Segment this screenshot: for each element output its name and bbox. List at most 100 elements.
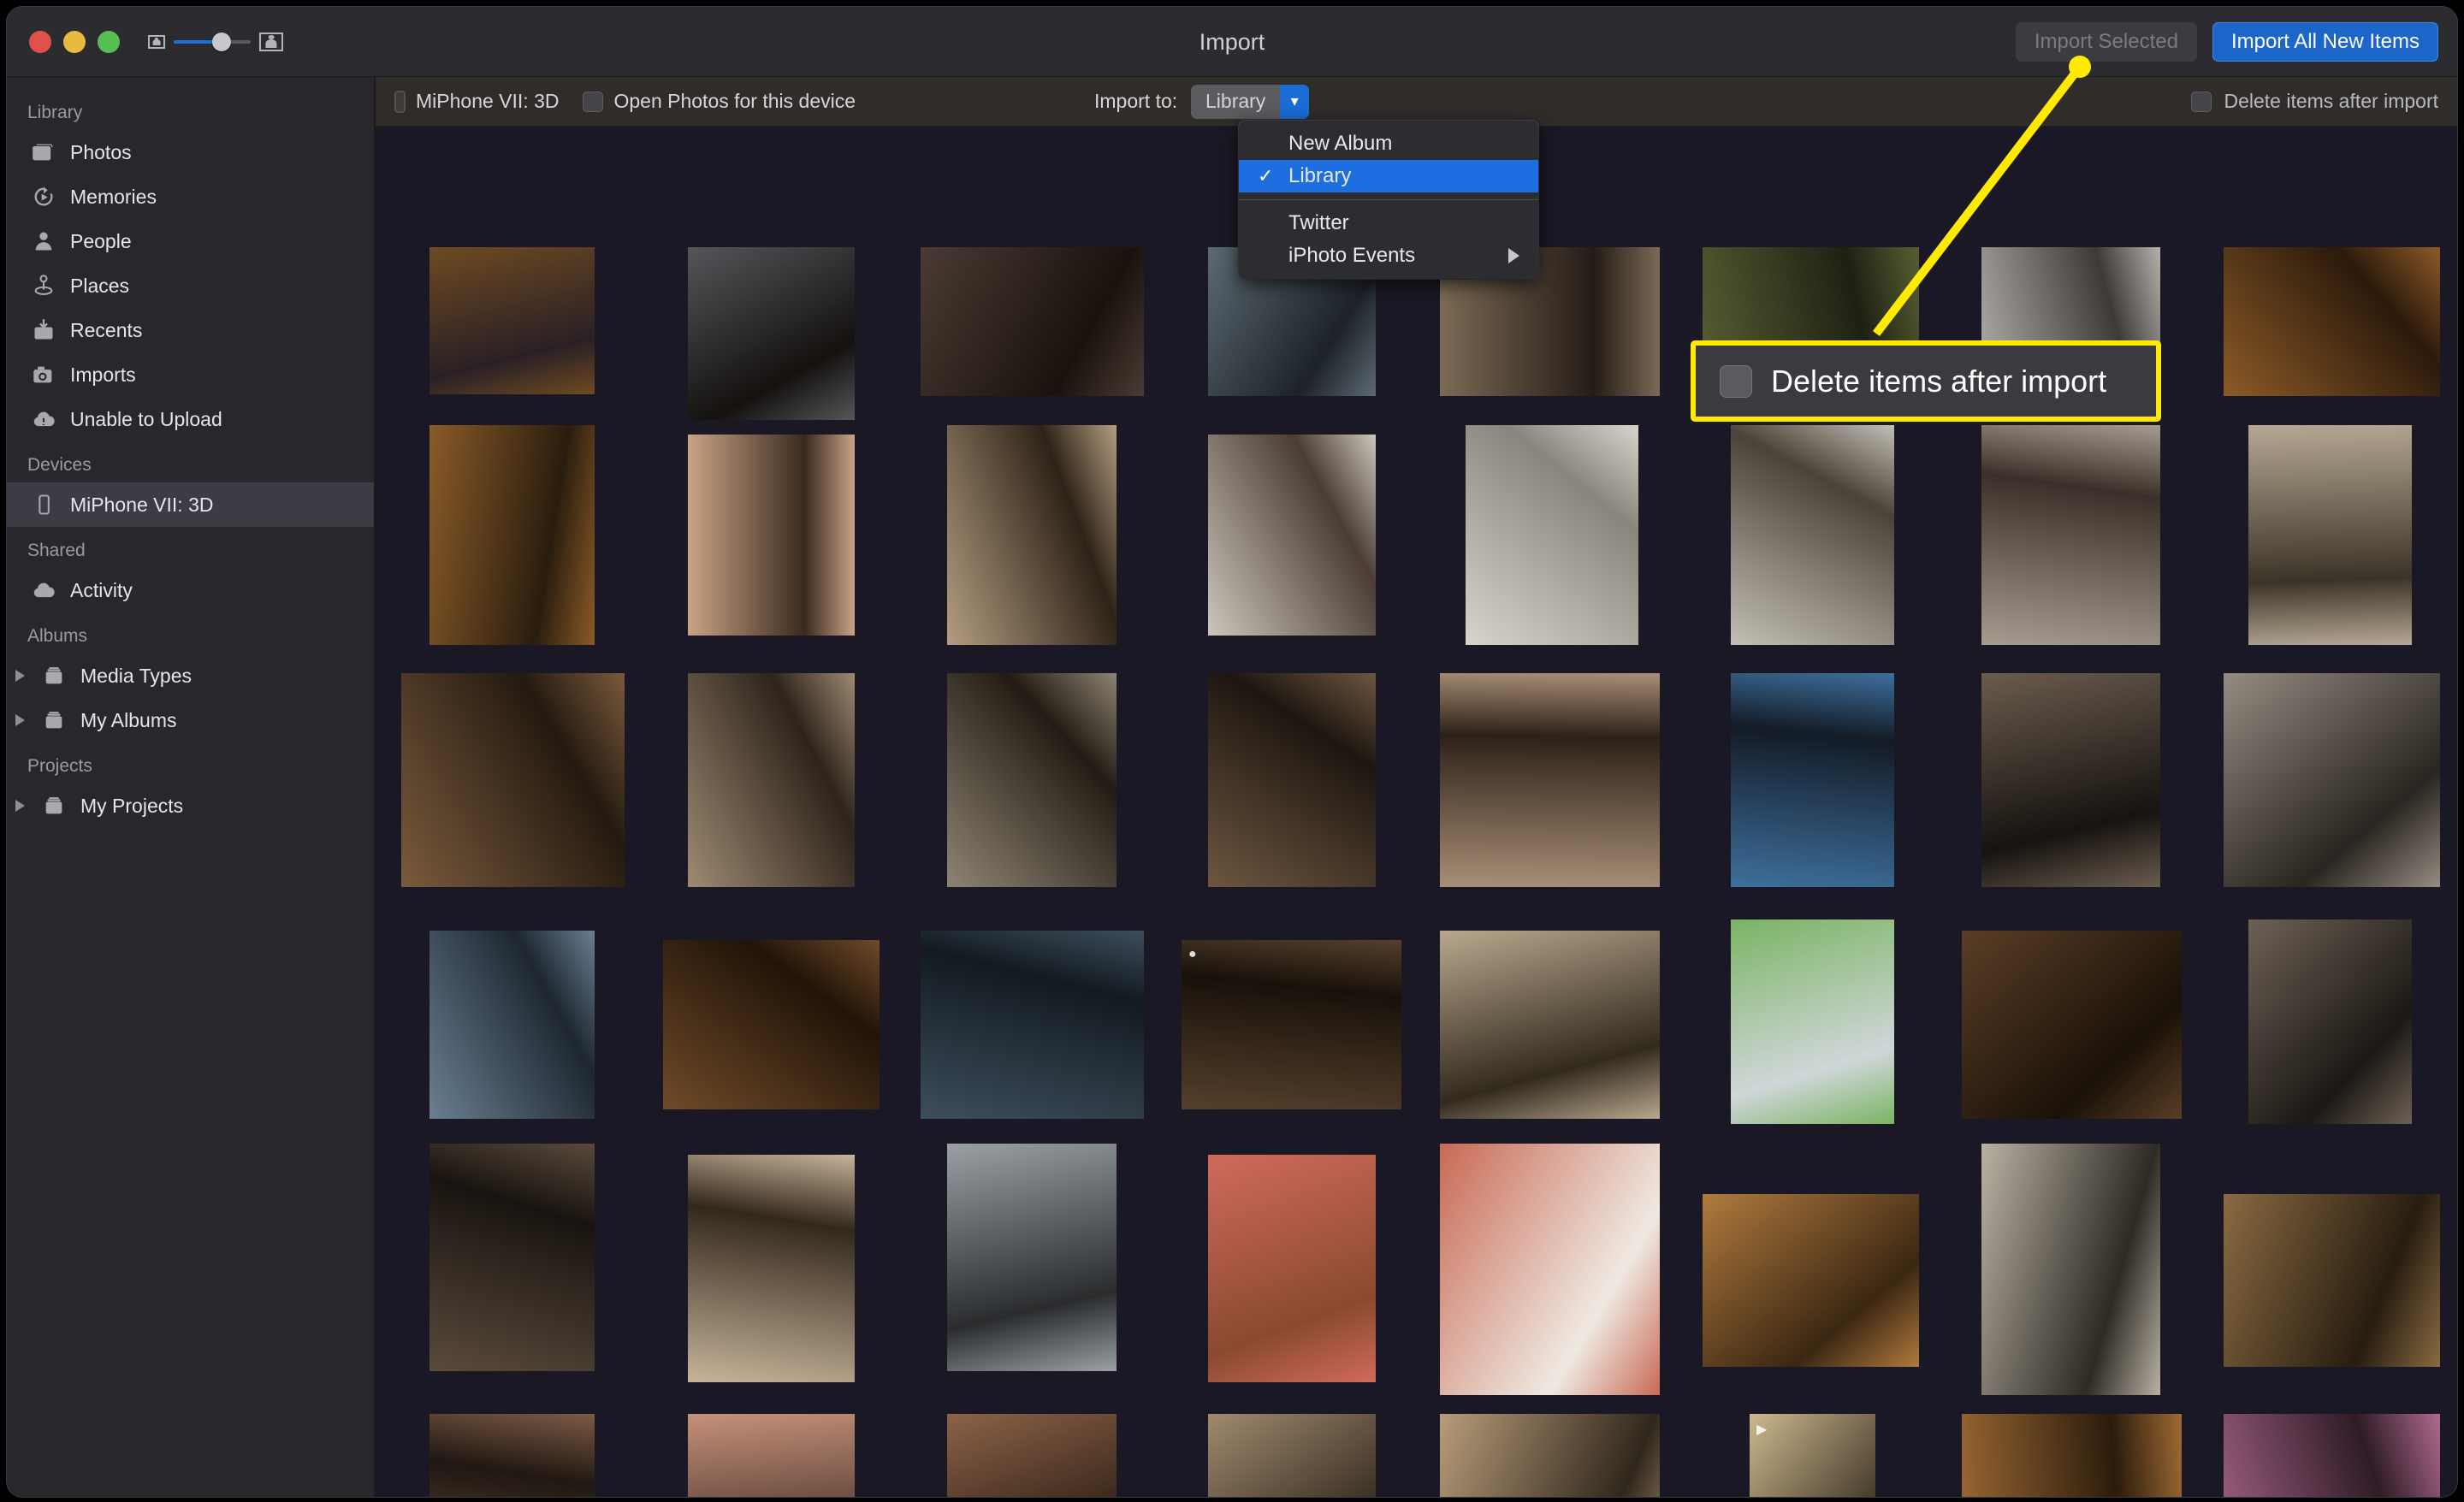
import-to-popup-button[interactable]: Library ▾ [1191,84,1310,119]
sidebar-item-my-albums[interactable]: My Albums [7,698,374,742]
sidebar-item-unable-to-upload[interactable]: Unable to Upload [7,397,374,441]
disclosure-triangle-icon[interactable] [15,714,25,726]
sidebar-item-activity[interactable]: Activity [7,568,374,612]
photo-thumbnail[interactable] [1731,920,1894,1124]
menu-separator [1239,199,1538,200]
folder-stack-icon [41,707,67,733]
disclosure-triangle-icon[interactable] [15,800,25,812]
sidebar-item-places[interactable]: Places [7,263,374,308]
iphone-icon [394,90,406,113]
photo-thumbnail[interactable] [1440,673,1660,887]
photo-thumbnail[interactable] [688,435,855,636]
recents-icon [31,317,56,343]
import-to-control: Import to: Library ▾ [1094,84,1310,119]
photo-thumbnail[interactable] [1440,931,1660,1119]
photo-thumbnail[interactable] [2224,673,2440,887]
sidebar-item-label: Photos [70,140,132,163]
photo-thumbnail[interactable] [1208,1414,1376,1497]
sidebar-item-photos[interactable]: Photos [7,130,374,174]
sidebar-item-memories[interactable]: Memories [7,174,374,219]
device-name-label: MiPhone VII: 3D [416,90,560,112]
submenu-arrow-icon[interactable] [1508,248,1519,263]
sidebar-item-people[interactable]: People [7,219,374,263]
callout-delete-items-after-import: Delete items after import [1691,340,2161,422]
sidebar-item-label: Places [70,274,130,297]
import-to-selected-value: Library [1205,90,1266,112]
photo-thumbnail[interactable] [429,247,595,394]
disclosure-triangle-icon[interactable] [15,670,25,682]
photo-thumbnail[interactable] [688,1414,855,1497]
photo-thumbnail[interactable] [429,931,595,1119]
sidebar-item-label: My Projects [80,794,184,817]
import-photo-grid[interactable]: ● ▶ [376,127,2457,1497]
checkbox-icon [1720,364,1752,398]
sidebar-section-albums: Albums [27,626,88,646]
photo-thumbnail[interactable] [1962,1414,2182,1497]
photo-thumbnail[interactable]: ▶ [1750,1414,1875,1497]
photo-thumbnail[interactable]: ● [1182,940,1401,1109]
photo-thumbnail[interactable] [921,931,1144,1119]
photo-thumbnail[interactable] [429,1144,595,1371]
photo-thumbnail[interactable] [688,673,855,887]
photo-thumbnail[interactable] [1731,425,1894,645]
sidebar-section-projects: Projects [27,756,92,776]
sidebar-item-imports[interactable]: Imports [7,352,374,397]
imports-camera-icon [31,362,56,387]
photo-thumbnail[interactable] [429,425,595,645]
sidebar: Library Photos Memories People Places Re… [7,77,375,1497]
photo-thumbnail[interactable] [2224,1194,2440,1367]
photo-thumbnail[interactable] [1703,1194,1919,1367]
delete-items-after-import-checkbox[interactable]: Delete items after import [2191,90,2438,113]
photo-thumbnail[interactable] [1962,931,2182,1119]
menu-item-library[interactable]: ✓ Library [1239,160,1538,192]
photo-thumbnail[interactable] [2248,920,2412,1124]
photo-thumbnail[interactable] [401,673,625,887]
photo-thumbnail[interactable] [947,1414,1116,1497]
photo-thumbnail[interactable] [688,247,855,420]
photo-thumbnail[interactable] [2224,1414,2440,1497]
sidebar-item-my-projects[interactable]: My Projects [7,784,374,828]
photo-thumbnail[interactable] [688,1155,855,1382]
sidebar-item-label: Media Types [80,664,192,687]
photo-thumbnail[interactable] [921,247,1144,396]
photos-icon [31,139,56,165]
import-to-dropdown-menu[interactable]: New Album ✓ Library Twitter iPhoto Event… [1239,121,1538,279]
folder-stack-icon [41,663,67,689]
sidebar-item-recents[interactable]: Recents [7,308,374,352]
sidebar-item-media-types[interactable]: Media Types [7,653,374,698]
people-icon [31,228,56,254]
memories-icon [31,184,56,210]
checkbox-icon[interactable] [583,91,604,112]
import-all-new-items-button[interactable]: Import All New Items [2212,22,2438,62]
chevron-down-icon[interactable]: ▾ [1280,84,1310,119]
menu-item-twitter[interactable]: Twitter [1239,207,1538,239]
checkmark-icon: ✓ [1258,165,1274,186]
photo-thumbnail[interactable] [1208,673,1376,887]
photo-thumbnail[interactable] [2224,247,2440,396]
photo-thumbnail[interactable] [1981,425,2160,645]
photo-thumbnail[interactable] [2248,425,2412,645]
photo-thumbnail[interactable] [1440,1144,1660,1395]
photo-thumbnail[interactable] [1208,1155,1376,1382]
photo-thumbnail[interactable] [1981,673,2160,887]
photo-thumbnail[interactable] [947,425,1116,645]
checkbox-icon[interactable] [2191,91,2212,112]
menu-item-iphoto-events[interactable]: iPhoto Events [1239,239,1538,272]
menu-item-new-album[interactable]: New Album [1239,127,1538,160]
status-dot-icon: ● [1188,947,1197,961]
photo-thumbnail[interactable] [1208,435,1376,636]
open-photos-for-device-checkbox[interactable]: Open Photos for this device [583,90,856,113]
import-selected-button[interactable]: Import Selected [2015,22,2197,62]
sidebar-item-label: Unable to Upload [70,407,222,430]
photo-thumbnail[interactable] [947,673,1116,887]
photo-thumbnail[interactable] [1981,1144,2160,1395]
photo-thumbnail[interactable] [1440,1414,1660,1497]
photo-thumbnail[interactable] [1466,425,1638,645]
photo-thumbnail[interactable] [663,940,880,1109]
photo-thumbnail[interactable] [947,1144,1116,1371]
sidebar-item-miphone-vii-3d[interactable]: MiPhone VII: 3D [7,482,374,527]
photo-thumbnail[interactable] [1731,673,1894,887]
device-indicator: MiPhone VII: 3D [394,90,559,113]
sidebar-item-label: People [70,229,132,252]
photo-thumbnail[interactable] [429,1414,595,1497]
